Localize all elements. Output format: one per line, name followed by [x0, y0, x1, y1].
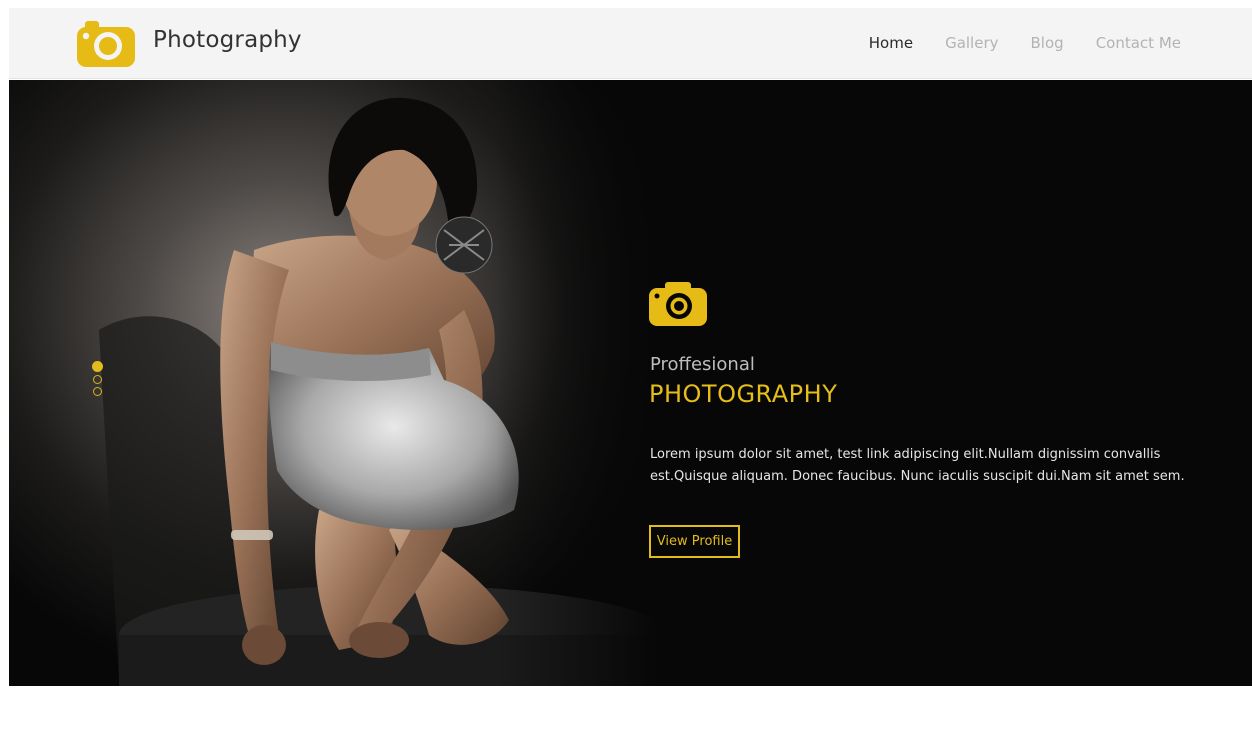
main-nav: Home Gallery Blog Contact Me	[869, 34, 1181, 52]
hero-description: Lorem ipsum dolor sit amet, test link ad…	[650, 447, 1185, 484]
hero-slider: Proffesional PHOTOGRAPHY Lorem ipsum dol…	[9, 80, 1252, 686]
site-header: Photography Home Gallery Blog Contact Me	[9, 8, 1252, 79]
slider-dots	[92, 361, 103, 396]
camera-icon[interactable]	[77, 19, 135, 67]
hero-model-photo	[9, 80, 659, 686]
slider-dot-3[interactable]	[93, 387, 102, 396]
slider-dot-1[interactable]	[92, 361, 103, 372]
brand-title[interactable]: Photography	[153, 27, 302, 53]
camera-icon	[649, 282, 707, 326]
slider-dot-2[interactable]	[93, 375, 102, 384]
hero-title: PHOTOGRAPHY	[649, 380, 838, 408]
nav-home[interactable]: Home	[869, 34, 913, 52]
nav-contact[interactable]: Contact Me	[1096, 34, 1181, 52]
nav-gallery[interactable]: Gallery	[945, 34, 998, 52]
view-profile-button[interactable]: View Profile	[649, 525, 740, 558]
hero-subtitle: Proffesional	[650, 354, 755, 375]
page: Photography Home Gallery Blog Contact Me	[0, 0, 1252, 729]
nav-blog[interactable]: Blog	[1031, 34, 1064, 52]
